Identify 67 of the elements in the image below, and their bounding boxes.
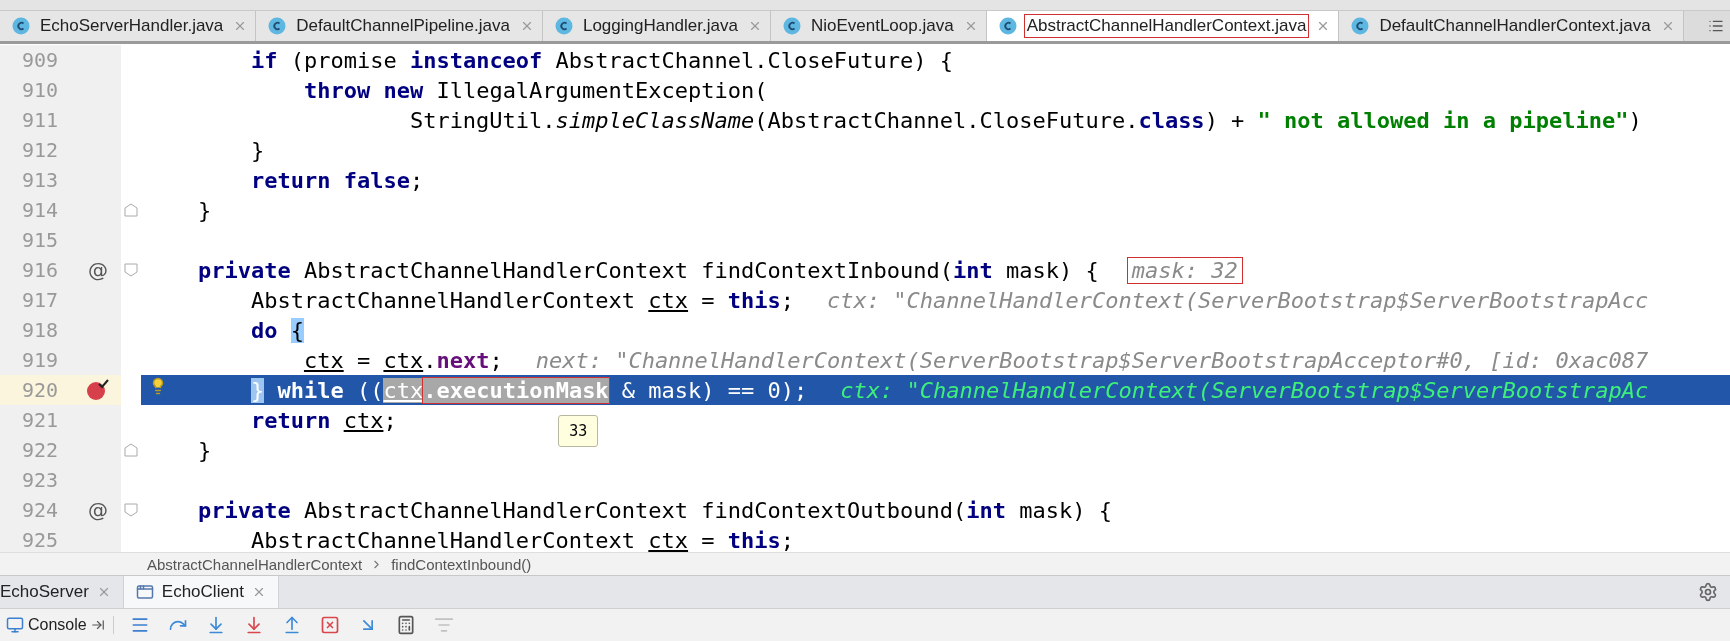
class-icon xyxy=(782,17,801,35)
line-number: 912 xyxy=(21,138,60,162)
square-x-icon xyxy=(319,615,340,635)
run-tab[interactable]: EchoClient xyxy=(123,576,280,608)
code-line: do { xyxy=(250,317,304,343)
fold-marker-icon[interactable] xyxy=(124,503,138,517)
breakpoint-icon[interactable] xyxy=(86,379,110,401)
class-icon xyxy=(1351,17,1370,35)
fold-marker-icon[interactable] xyxy=(124,203,138,217)
list-icon[interactable] xyxy=(1708,18,1724,34)
code-line: } xyxy=(197,437,212,463)
breadcrumb-item[interactable]: findContextInbound() xyxy=(391,555,532,573)
editor-tab[interactable]: DefaultChannelPipeline.java xyxy=(256,11,543,41)
code-line: if (promise instanceof AbstractChannel.CloseFuture) { xyxy=(250,47,953,73)
override-marker[interactable]: @ xyxy=(88,498,108,522)
class-icon xyxy=(12,17,30,35)
class-icon xyxy=(998,17,1017,35)
code-line: StringUtil.simpleClassName(AbstractChannel.CloseFuture.class) + " not allowed in a pipeline") xyxy=(409,107,1642,133)
line-number: 915 xyxy=(21,228,60,252)
line-number: 921 xyxy=(21,408,60,432)
run-tab[interactable]: EchoServer xyxy=(0,576,124,608)
line-number: 919 xyxy=(21,348,60,372)
inline-value-hint: mask: 32 xyxy=(1126,256,1243,284)
line-number: 920 xyxy=(21,378,60,402)
inline-value-hint: ctx: "ChannelHandlerContext(ServerBootstrap$ServerBootstrapAc xyxy=(839,376,1650,404)
console-tab[interactable]: Console xyxy=(6,616,114,634)
override-marker[interactable]: @ xyxy=(88,258,108,282)
list-filter-icon xyxy=(433,615,454,635)
inline-value-hint: next: "ChannelHandlerContext(ServerBootstrap$ServerBootstrapAcceptor#0, [id: 0xac087 xyxy=(534,346,1650,374)
arrow-right-to-line-icon[interactable] xyxy=(90,618,105,632)
code-line: ctx = ctx.next; xyxy=(303,347,503,373)
line-number: 910 xyxy=(21,78,60,102)
line-number: 914 xyxy=(21,198,60,222)
line-number: 909 xyxy=(21,48,60,72)
fold-marker-icon[interactable] xyxy=(124,443,138,457)
line-number: 911 xyxy=(21,108,60,132)
settings-icon[interactable] xyxy=(1698,582,1718,602)
line-number: 925 xyxy=(21,528,60,552)
code-line: throw new IllegalArgumentException( xyxy=(303,77,768,103)
editor-tab[interactable]: EchoServerHandler.java xyxy=(0,11,257,41)
code-line: private AbstractChannelHandlerContext findContextOutbound(int mask) { xyxy=(197,497,1112,523)
line-number: 918 xyxy=(21,318,60,342)
line-number: 923 xyxy=(21,468,60,492)
editor-tab[interactable]: LoggingHandler.java xyxy=(542,11,771,41)
code-line: } xyxy=(197,197,212,223)
breadcrumb-item[interactable]: AbstractChannelHandlerContext xyxy=(147,555,363,573)
value-tooltip: 33 xyxy=(558,414,599,447)
code-line: return false; xyxy=(250,167,424,193)
window-icon xyxy=(135,583,154,601)
line-number: 924 xyxy=(21,498,60,522)
inline-value-hint: ctx: "ChannelHandlerContext(ServerBootstrap$ServerBootstrapAcc xyxy=(826,286,1650,314)
code-line: AbstractChannelHandlerContext ctx = this; xyxy=(250,287,795,313)
code-line: AbstractChannelHandlerContext ctx = this; xyxy=(250,527,795,552)
editor-tab[interactable]: AbstractChannelHandlerContext.java xyxy=(986,11,1340,41)
line-number: 922 xyxy=(21,438,60,462)
line-number: 917 xyxy=(21,288,60,312)
code-line: } xyxy=(250,137,265,163)
editor-tab[interactable]: DefaultChannelHandlerContext.java xyxy=(1339,11,1684,41)
class-icon xyxy=(268,17,287,35)
fold-marker-icon[interactable] xyxy=(124,263,138,277)
editor-tab[interactable]: NioEventLoop.java xyxy=(770,11,987,41)
code-line: private AbstractChannelHandlerContext findContextInbound(int mask) { xyxy=(197,257,1099,283)
line-number: 916 xyxy=(21,258,60,282)
class-icon xyxy=(554,17,573,35)
line-number: 913 xyxy=(21,168,60,192)
monitor-icon xyxy=(6,616,24,634)
code-line: return ctx; xyxy=(250,407,397,433)
